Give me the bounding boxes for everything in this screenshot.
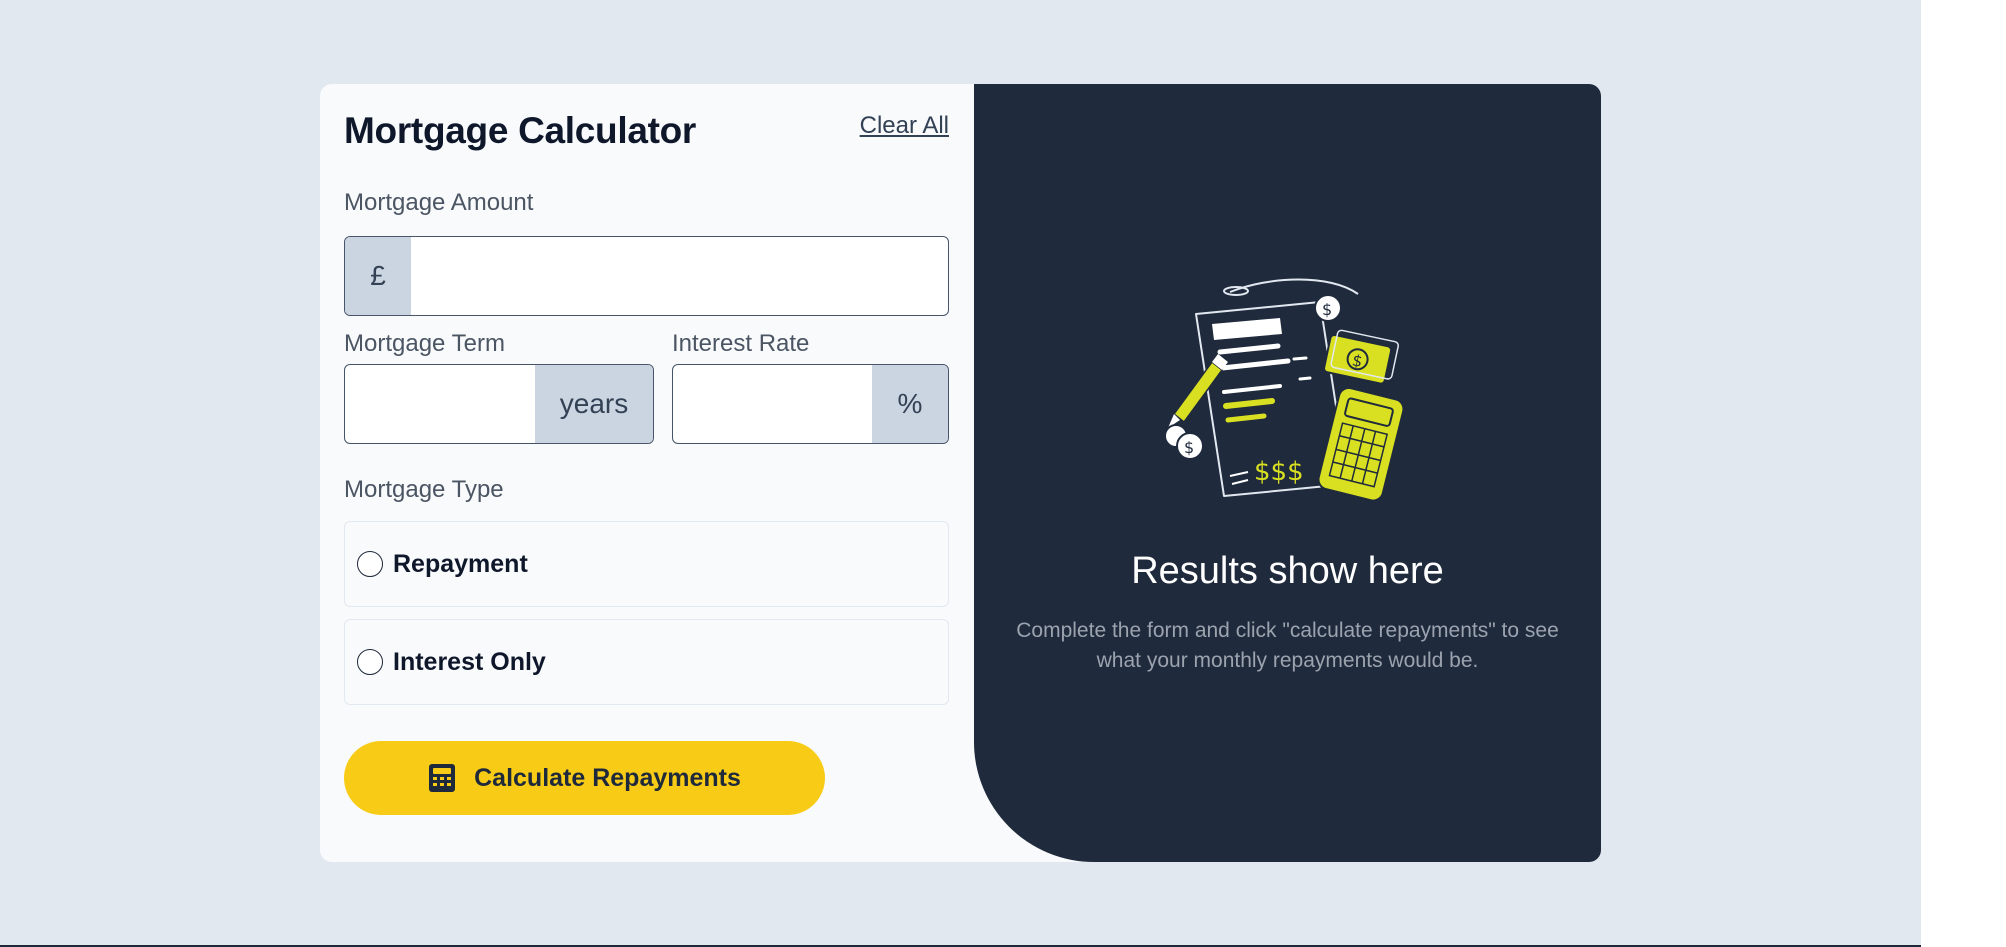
calculator-form: Mortgage Calculator Clear All Mortgage A… bbox=[344, 84, 949, 862]
calculator-icon bbox=[429, 764, 456, 792]
mortgage-type-label: Mortgage Type bbox=[344, 476, 504, 503]
mortgage-term-label: Mortgage Term bbox=[344, 330, 505, 357]
radio-option-interest-only[interactable]: Interest Only bbox=[344, 619, 949, 705]
calculate-repayments-button[interactable]: Calculate Repayments bbox=[344, 741, 825, 815]
svg-text:$$$: $$$ bbox=[1254, 457, 1304, 487]
mortgage-term-field: years bbox=[344, 364, 654, 444]
empty-results-illustration: $$$ $ $ $ bbox=[1164, 278, 1405, 502]
interest-rate-field: % bbox=[672, 364, 949, 444]
mortgage-amount-input[interactable] bbox=[411, 237, 948, 315]
interest-rate-input[interactable] bbox=[673, 365, 872, 443]
interest-rate-label: Interest Rate bbox=[672, 330, 810, 357]
repayment-label: Repayment bbox=[393, 549, 528, 578]
results-description: Complete the form and click "calculate r… bbox=[1016, 619, 1559, 672]
percent-suffix: % bbox=[872, 365, 948, 443]
results-panel: $$$ $ $ $ Results show here Complete the… bbox=[974, 84, 1601, 862]
page-title: Mortgage Calculator bbox=[344, 110, 697, 151]
mortgage-amount-label: Mortgage Amount bbox=[344, 189, 534, 216]
clear-all-link[interactable]: Clear All bbox=[860, 112, 949, 140]
mortgage-term-input[interactable] bbox=[345, 365, 535, 443]
radio-option-repayment[interactable]: Repayment bbox=[344, 521, 949, 607]
results-heading: Results show here bbox=[1131, 550, 1444, 592]
years-suffix: years bbox=[535, 365, 653, 443]
currency-prefix: £ bbox=[345, 237, 411, 315]
interest-only-label: Interest Only bbox=[393, 647, 546, 676]
mortgage-amount-field: £ bbox=[344, 236, 949, 316]
svg-text:$: $ bbox=[1184, 438, 1194, 457]
calculate-repayments-label: Calculate Repayments bbox=[474, 763, 741, 792]
svg-text:$: $ bbox=[1322, 300, 1332, 319]
calculator-card: Mortgage Calculator Clear All Mortgage A… bbox=[320, 84, 1601, 862]
interest-only-radio[interactable] bbox=[357, 649, 383, 675]
repayment-radio[interactable] bbox=[357, 551, 383, 577]
